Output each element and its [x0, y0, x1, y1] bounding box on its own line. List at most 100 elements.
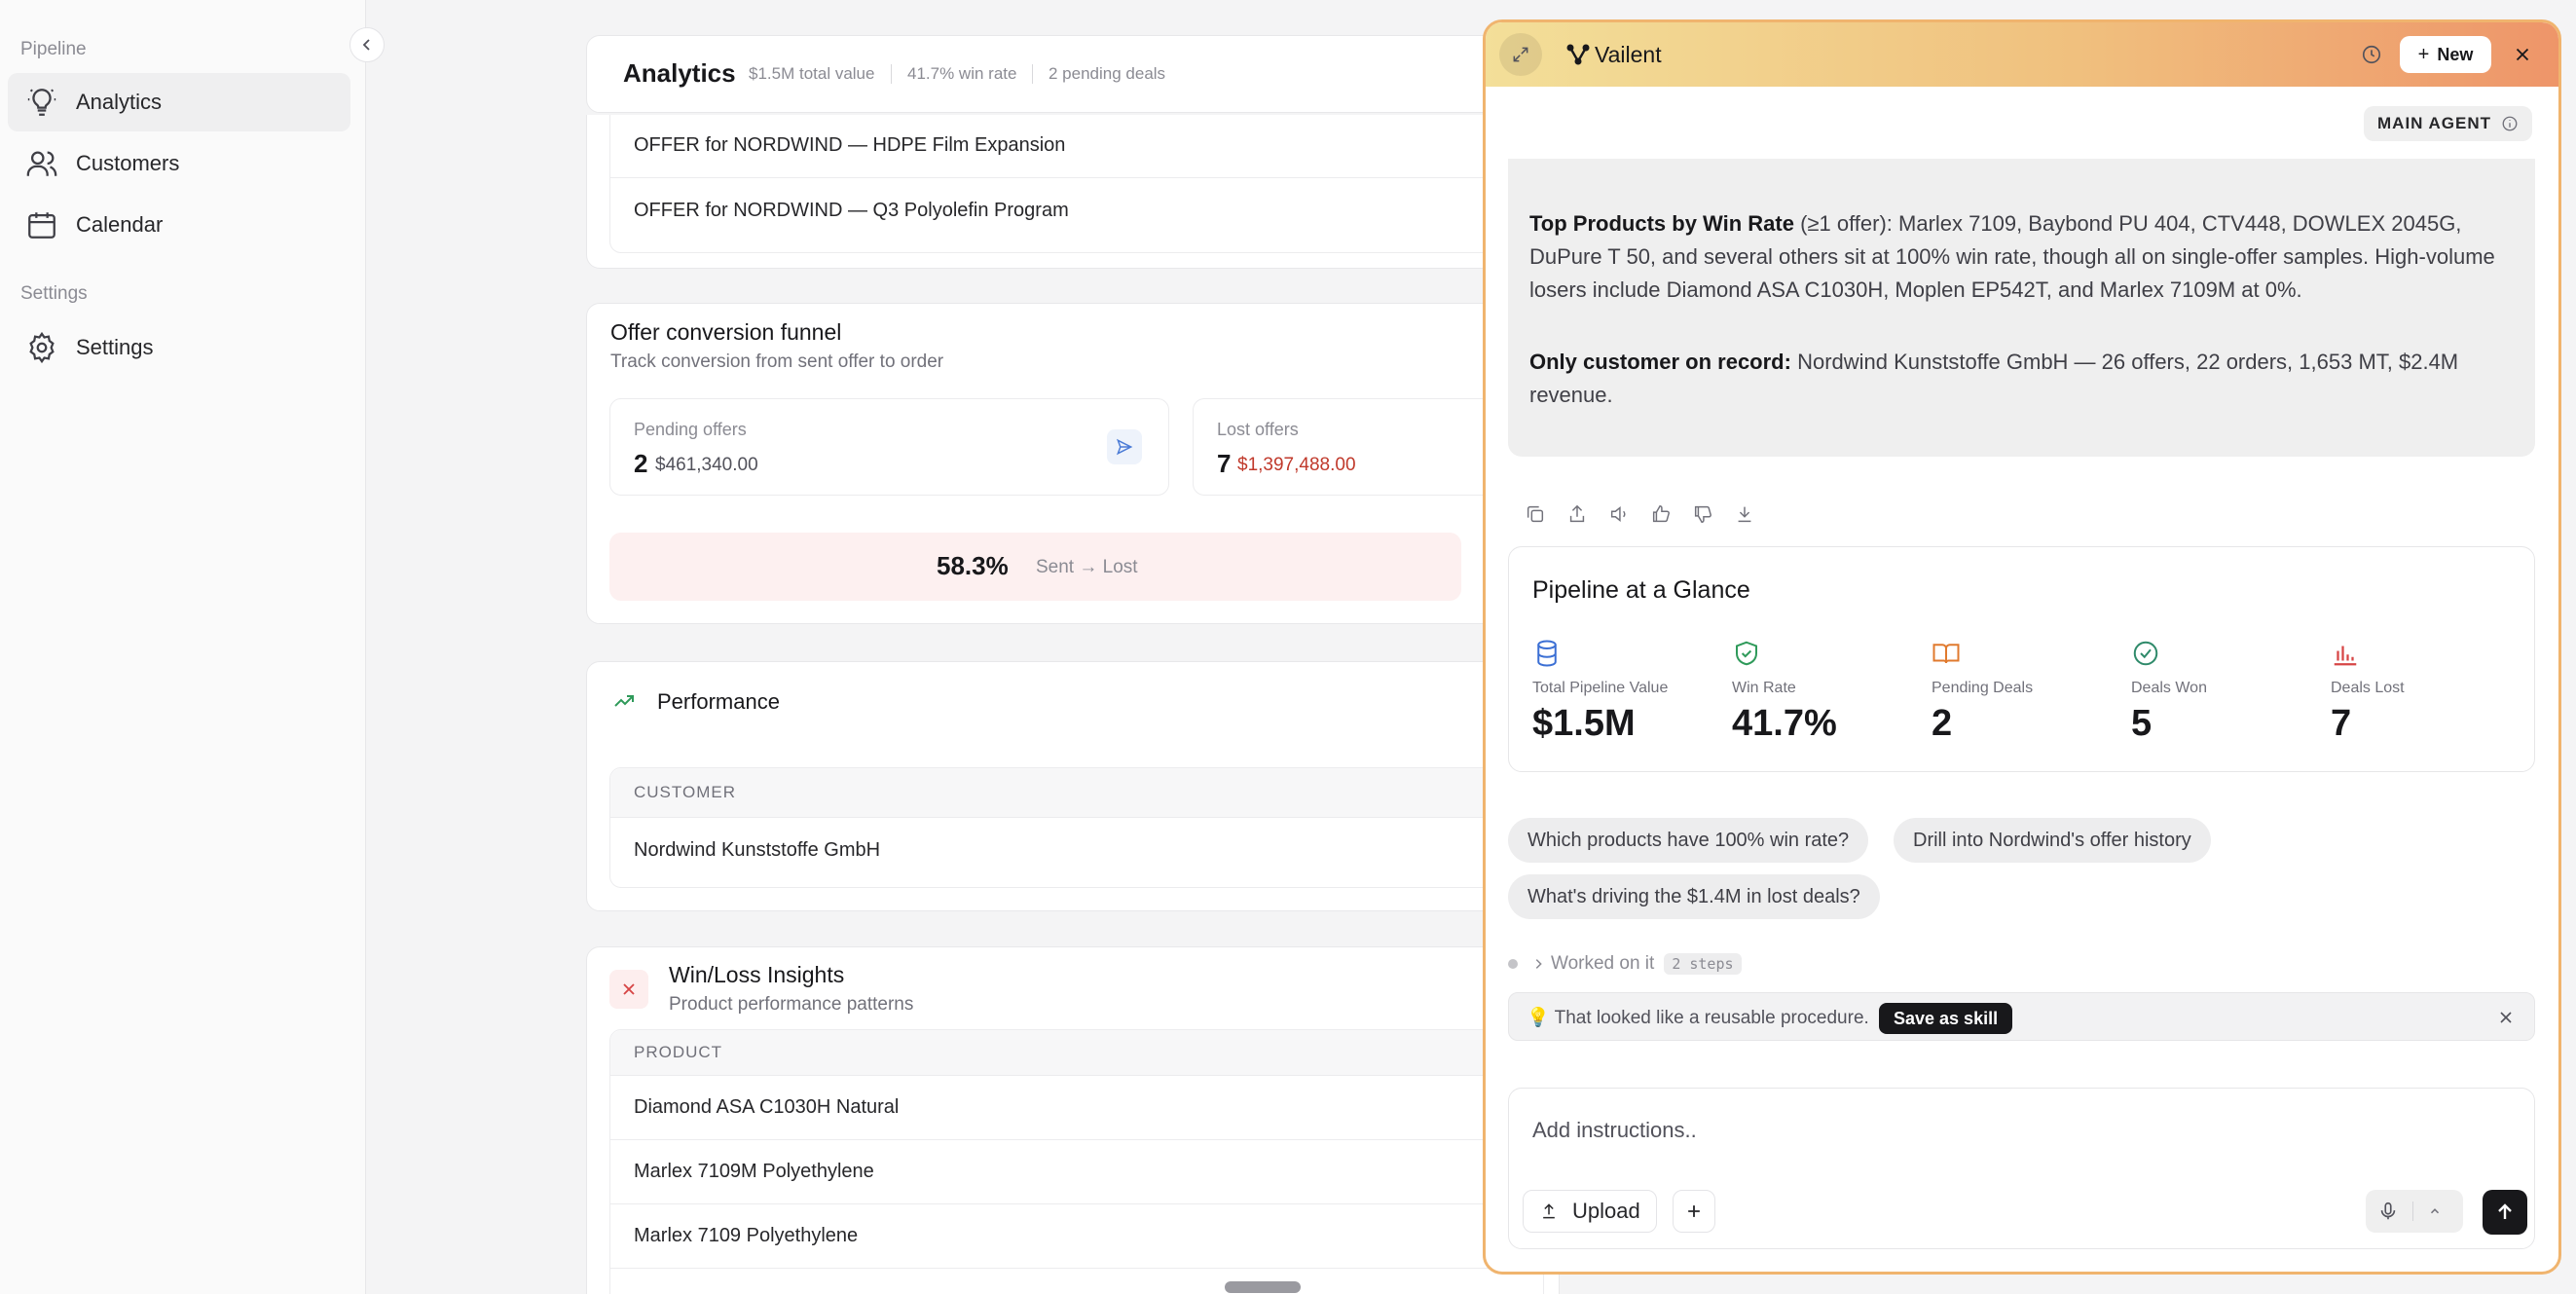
upload-label: Upload [1572, 1199, 1640, 1223]
expand-button[interactable] [1499, 33, 1542, 76]
calendar-icon [28, 212, 55, 239]
list-item[interactable]: OFFER for NORDWIND — HDPE Film Expansion [634, 134, 1065, 157]
conversion-rate-label: Sent → Lost [1036, 557, 1138, 577]
lost-offers-label: Lost offers [1217, 420, 1299, 439]
divider [609, 177, 1544, 178]
users-icon [26, 151, 57, 176]
table-header [610, 1030, 1543, 1075]
pending-deals-stat: 2 pending deals [1049, 64, 1166, 83]
pending-offers-amount: $461,340.00 [655, 455, 758, 475]
chevron-right-icon [1535, 959, 1542, 969]
pending-offers-count: 2 [634, 449, 648, 478]
gear-icon [29, 331, 55, 364]
table-row[interactable]: Marlex 7109M Polyethylene [634, 1161, 874, 1183]
column-header[interactable]: PRODUCT [634, 1043, 722, 1062]
status-dot [1508, 959, 1518, 969]
brand-name: Vailent [1595, 42, 1662, 67]
plus-icon [1688, 1205, 1700, 1217]
stat-deals-lost: Deals Lost 7 [2331, 639, 2525, 745]
sidebar-item-customers[interactable]: Customers [8, 134, 350, 193]
stat-label: Win Rate [1732, 680, 1796, 696]
history-button[interactable] [2350, 33, 2393, 76]
conversion-rate-value: 58.3% [937, 551, 1009, 580]
chevron-up-icon[interactable] [2428, 1204, 2442, 1218]
sidebar: Pipeline Analytics Customers Calendar Se… [0, 0, 366, 1294]
page-title: Analytics [623, 58, 736, 88]
arrow-up-icon [2498, 1203, 2512, 1219]
stat-value: 41.7% [1732, 703, 1837, 744]
chevron-left-icon [362, 39, 370, 51]
suggestion-chip[interactable]: What's driving the $1.4M in lost deals? [1508, 874, 1880, 919]
plus-icon: + [2417, 43, 2430, 65]
stat-value: 5 [2131, 703, 2153, 744]
message-paragraph: Top Products by Win Rate (≥1 offer): Mar… [1529, 207, 2513, 307]
pipeline-section-label: Pipeline [20, 39, 87, 59]
skill-banner-text: 💡 That looked like a reusable procedure. [1527, 1008, 1869, 1028]
table-row[interactable]: Marlex 7109 Polyethylene [634, 1225, 858, 1247]
new-chat-button[interactable]: + New [2400, 36, 2491, 73]
settings-section-label: Settings [20, 283, 88, 304]
funnel-subtitle: Track conversion from sent offer to orde… [610, 351, 944, 372]
glance-title: Pipeline at a Glance [1532, 576, 1750, 604]
send-button[interactable] [2483, 1190, 2527, 1235]
divider [609, 1075, 1544, 1076]
message-paragraph: Only customer on record: Nordwind Kunsts… [1529, 346, 2513, 412]
thumbs-up-icon[interactable] [1650, 503, 1672, 525]
stat-total-pipeline: Total Pipeline Value $1.5M [1532, 639, 1727, 745]
message-bold: Top Products by Win Rate [1529, 211, 1794, 236]
list-item[interactable]: OFFER for NORDWIND — Q3 Polyolefin Progr… [634, 200, 1069, 222]
pending-offers-label: Pending offers [634, 420, 747, 439]
expand-icon [1513, 47, 1528, 62]
copy-icon[interactable] [1525, 503, 1546, 525]
pending-offers-tile[interactable] [609, 398, 1169, 496]
share-icon[interactable] [1566, 503, 1588, 525]
divider [609, 817, 1544, 818]
download-icon[interactable] [1734, 503, 1755, 525]
save-skill-banner: 💡 That looked like a reusable procedure.… [1508, 992, 2535, 1041]
pipeline-glance-card: Pipeline at a Glance Total Pipeline Valu… [1508, 546, 2535, 772]
winloss-title: Win/Loss Insights [669, 962, 845, 987]
suggestion-chip[interactable]: Which products have 100% win rate? [1508, 818, 1869, 863]
stat-label: Deals Won [2131, 680, 2207, 696]
sidebar-item-calendar[interactable]: Calendar [8, 196, 350, 254]
lost-offers-count: 7 [1217, 449, 1232, 478]
column-header[interactable]: CUSTOMER [634, 783, 736, 802]
sidebar-item-settings[interactable]: Settings [8, 318, 350, 377]
suggestion-chip[interactable]: Drill into Nordwind's offer history [1894, 818, 2211, 863]
trending-up-icon [612, 689, 636, 718]
close-icon [2516, 48, 2529, 61]
table-row[interactable]: Nordwind Kunststoffe GmbH [634, 839, 880, 862]
steps-badge: 2 steps [1664, 953, 1742, 975]
thumbs-down-icon[interactable] [1692, 503, 1713, 525]
close-icon[interactable] [2496, 1008, 2516, 1027]
agent-selector[interactable]: MAIN AGENT [2364, 106, 2533, 141]
message-bold: Only customer on record: [1529, 350, 1791, 374]
sidebar-item-label: Settings [76, 335, 154, 359]
speaker-icon[interactable] [1608, 503, 1630, 525]
sidebar-item-analytics[interactable]: Analytics [8, 73, 350, 131]
stat-label: Pending Deals [1932, 680, 2034, 696]
add-attachment-button[interactable] [1673, 1190, 1715, 1233]
microphone-icon[interactable] [2377, 1201, 2399, 1222]
scroll-handle[interactable] [1225, 1281, 1301, 1293]
upload-button[interactable]: Upload [1523, 1190, 1657, 1233]
shield-check-icon [1736, 641, 1757, 666]
sidebar-item-label: Customers [76, 151, 180, 175]
divider [1032, 64, 1033, 84]
stat-win-rate: Win Rate 41.7% [1732, 639, 1927, 745]
clock-icon [2362, 45, 2381, 64]
sidebar-item-label: Calendar [76, 212, 164, 237]
table-header [610, 768, 1543, 817]
worked-on-it-toggle[interactable]: Worked on it 2 steps [1508, 953, 1742, 975]
instructions-input[interactable] [1532, 1118, 2409, 1143]
collapse-sidebar-button[interactable] [350, 27, 385, 62]
save-as-skill-button[interactable]: Save as skill [1879, 1003, 2013, 1034]
table-row[interactable]: Diamond ASA C1030H Natural [634, 1096, 899, 1119]
book-open-icon [1932, 644, 1960, 664]
close-panel-button[interactable] [2501, 33, 2544, 76]
vailent-logo-icon [1565, 42, 1591, 72]
agent-panel: Vailent + New MAIN AGENT Top Products by… [1483, 19, 2561, 1275]
lost-offers-amount: $1,397,488.00 [1237, 455, 1356, 475]
upload-icon [1543, 1203, 1555, 1219]
panel-header: Vailent + New [1486, 22, 2558, 87]
